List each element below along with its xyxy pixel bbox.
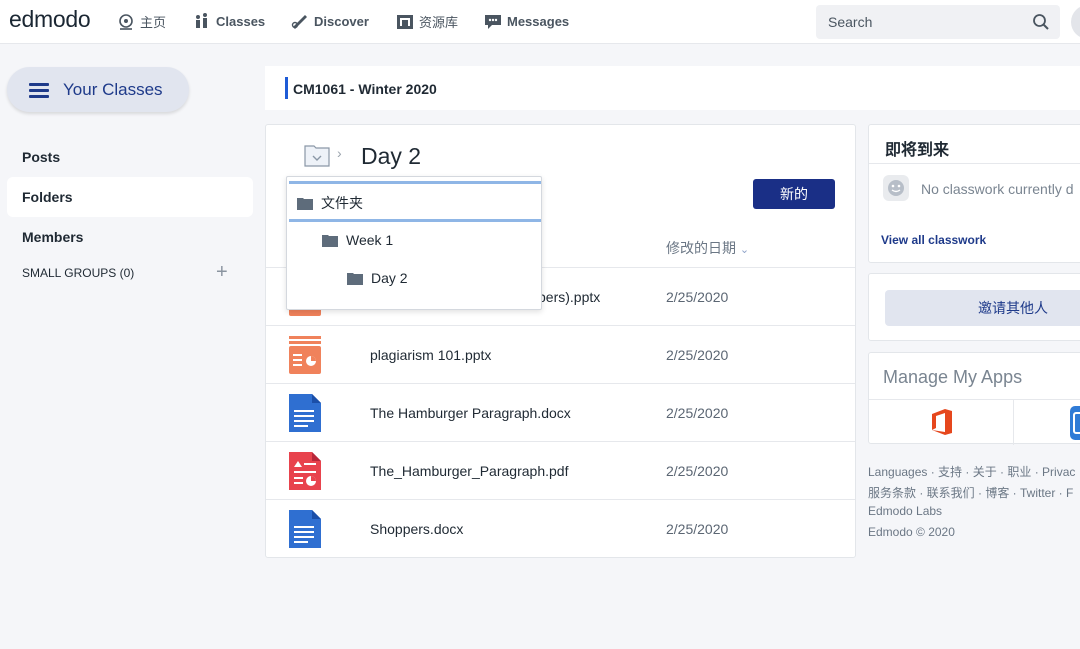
dropdown-item-label: Week 1: [346, 232, 394, 248]
nav-classes[interactable]: Classes: [193, 12, 265, 30]
dropdown-item-week1[interactable]: Week 1: [322, 232, 393, 248]
nav-classes-label: Classes: [216, 13, 266, 29]
file-date: 2/25/2020: [666, 405, 729, 421]
file-row[interactable]: The_Hamburger_Paragraph.pdf 2/25/2020: [266, 441, 855, 499]
search-input[interactable]: [816, 5, 1016, 39]
divider: [1013, 399, 1014, 445]
your-classes-button[interactable]: Your Classes: [7, 67, 189, 112]
file-name[interactable]: Shoppers.docx: [370, 521, 463, 537]
class-accent-bar: [285, 77, 288, 99]
folder-icon: [322, 234, 338, 247]
small-groups-label: SMALL GROUPS (0): [22, 266, 135, 280]
docx-file-icon: [288, 394, 322, 432]
new-button[interactable]: 新的: [753, 179, 835, 209]
file-name[interactable]: The Hamburger Paragraph.docx: [370, 405, 571, 421]
library-icon: [396, 13, 414, 31]
nav-discover-label: Discover: [314, 13, 369, 29]
menu-icon: [29, 82, 49, 98]
modified-date-label: 修改的日期: [666, 240, 736, 256]
dropdown-item-label: 文件夹: [321, 195, 363, 211]
file-row[interactable]: The Hamburger Paragraph.docx 2/25/2020: [266, 383, 855, 441]
dropdown-item-day2[interactable]: Day 2: [347, 270, 408, 286]
nav-discover[interactable]: Discover: [291, 12, 369, 30]
sidebar-item-members[interactable]: Members: [22, 229, 83, 245]
upcoming-title: 即将到来: [885, 142, 950, 159]
file-row[interactable]: plagiarism 101.pptx 2/25/2020: [266, 325, 855, 383]
footer-links-2[interactable]: 服务条款 · 联系我们 · 博客 · Twitter · F: [868, 484, 1073, 501]
nav-messages-label: Messages: [507, 13, 570, 29]
dropdown-item-root[interactable]: 文件夹: [297, 193, 363, 213]
current-folder-title: Day 2: [361, 143, 422, 169]
edmodo-logo[interactable]: edmodo: [9, 6, 91, 33]
class-header: CM1061 - Winter 2020: [265, 66, 1080, 110]
dropdown-highlight-bottom: [289, 219, 541, 222]
classes-icon: [193, 12, 211, 30]
file-date: 2/25/2020: [666, 463, 729, 479]
invite-panel: 邀请其他人: [868, 273, 1080, 341]
nav-home[interactable]: 主页: [117, 12, 166, 31]
pptx-file-icon: [288, 336, 322, 374]
nav-messages[interactable]: Messages: [484, 12, 569, 30]
folder-icon: [297, 197, 313, 210]
search-icon[interactable]: [1032, 13, 1050, 31]
nav-library[interactable]: 资源库: [396, 12, 458, 31]
divider: [869, 163, 1080, 164]
top-nav: edmodo 主页 Classes Discover 资源库 Messages: [0, 0, 1080, 44]
class-title[interactable]: CM1061 - Winter 2020: [293, 81, 437, 97]
robot-icon: [883, 175, 909, 201]
folder-tree-dropdown: 文件夹 Week 1 Day 2: [286, 176, 542, 310]
search-bar: [816, 5, 1060, 39]
upcoming-empty-text: No classwork currently d: [921, 181, 1074, 197]
discover-icon: [291, 12, 309, 30]
sidebar-item-folders[interactable]: Folders: [22, 189, 73, 205]
footer-links-1[interactable]: Languages · 支持 · 关于 · 职业 · Privac: [868, 463, 1075, 480]
divider: [869, 399, 1080, 400]
folder-dropdown-icon[interactable]: [304, 143, 330, 167]
file-name[interactable]: The_Hamburger_Paragraph.pdf: [370, 463, 568, 479]
apps-panel: Manage My Apps: [868, 352, 1080, 445]
avatar[interactable]: [1071, 5, 1080, 39]
dropdown-highlight-top: [289, 181, 541, 184]
folder-icon: [347, 272, 363, 285]
file-date: 2/25/2020: [666, 347, 729, 363]
messages-icon: [484, 12, 502, 30]
pdf-file-icon: [288, 452, 322, 490]
breadcrumb-chevron: ›: [337, 145, 342, 161]
manage-apps-title[interactable]: Manage My Apps: [883, 367, 1022, 388]
file-row[interactable]: Shoppers.docx 2/25/2020: [266, 499, 855, 557]
dropdown-item-label: Day 2: [371, 270, 408, 286]
home-icon: [117, 13, 135, 31]
file-name[interactable]: plagiarism 101.pptx: [370, 347, 491, 363]
docx-file-icon: [288, 510, 322, 548]
footer-labs[interactable]: Edmodo Labs: [868, 504, 942, 518]
nav-library-label: 资源库: [419, 15, 459, 30]
file-name[interactable]: pers).pptx: [538, 289, 600, 305]
your-classes-label: Your Classes: [63, 79, 163, 99]
app-icon[interactable]: [1069, 406, 1080, 440]
view-all-classwork-link[interactable]: View all classwork: [881, 233, 986, 247]
file-date: 2/25/2020: [666, 289, 729, 305]
modified-date-header[interactable]: 修改的日期 ⌄: [666, 238, 749, 258]
upcoming-panel: 即将到来 No classwork currently d View all c…: [868, 124, 1080, 263]
footer-copyright: Edmodo © 2020: [868, 525, 955, 539]
sidebar-item-posts[interactable]: Posts: [22, 149, 60, 165]
file-date: 2/25/2020: [666, 521, 729, 537]
invite-button[interactable]: 邀请其他人: [885, 290, 1080, 326]
add-group-button[interactable]: +: [216, 262, 228, 282]
office-app-icon[interactable]: [929, 408, 955, 436]
sort-caret-icon: ⌄: [739, 244, 750, 256]
nav-home-label: 主页: [140, 15, 167, 30]
